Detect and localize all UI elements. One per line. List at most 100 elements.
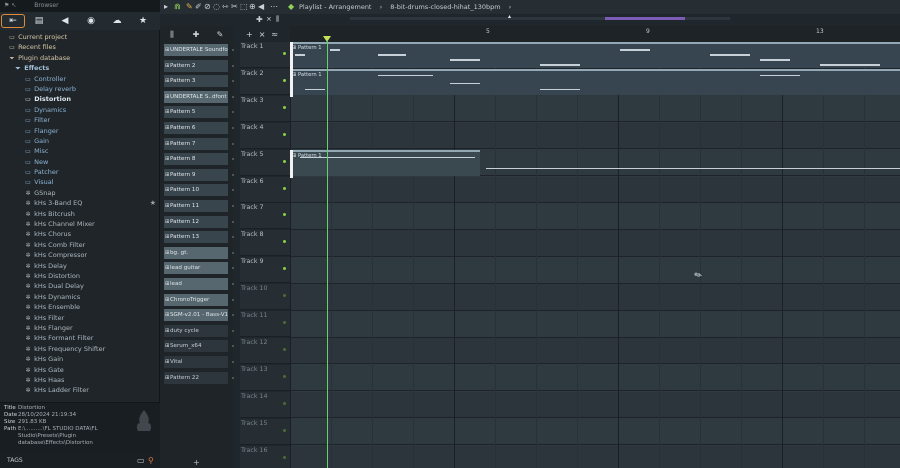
browser-tree-item[interactable]: ✲ kHs Filter xyxy=(0,313,160,323)
browser-tree-item[interactable]: ⏷ Plugin database xyxy=(0,53,160,63)
track-mute-led[interactable] xyxy=(283,132,286,136)
track-mute-led[interactable] xyxy=(283,267,286,271)
browser-tree-item[interactable]: ▭ Recent files xyxy=(0,42,160,52)
browser-tree-item[interactable]: ✲ kHs Frequency Shifter xyxy=(0,344,160,354)
track-lane[interactable] xyxy=(290,230,900,257)
pattern-item[interactable]: ⊞ ChronoTrigger xyxy=(164,293,228,306)
track-header[interactable]: Track 15 xyxy=(240,418,290,445)
browser-tree-item[interactable]: ✲ kHs Ensemble xyxy=(0,302,160,312)
pattern-item[interactable]: ⊞UNDERTALE S..dfont 2 #3 xyxy=(164,90,228,103)
timeline-ruler[interactable]: 5 9 13 xyxy=(290,26,900,42)
arrangement-icon[interactable]: ◆ xyxy=(288,2,294,11)
track-header[interactable]: Track 8 xyxy=(240,230,290,257)
track-lane[interactable] xyxy=(290,122,900,150)
zoom-icon[interactable]: ⊕ xyxy=(249,2,256,11)
arrangement-grid[interactable]: 5 9 13 ⊞ Pattern 1 ⊞ Pattern 1 ⊞ Pattern 1 xyxy=(290,26,900,468)
pattern-item[interactable]: ⊞ Pattern 7 xyxy=(164,137,228,150)
track-lane[interactable] xyxy=(290,284,900,311)
browser-tree-item[interactable]: ✲ kHs Flanger xyxy=(0,323,160,333)
pencil-icon[interactable]: ✎ xyxy=(186,2,193,11)
breadcrumb-pattern[interactable]: 8-bit-drums-closed-hihat_130bpm xyxy=(390,3,500,11)
browser-tree-item[interactable]: ✲ kHs Formant Filter xyxy=(0,333,160,343)
browser-tree-item[interactable]: ✲ GSnap xyxy=(0,188,160,198)
track-lane[interactable] xyxy=(290,337,900,365)
track-header[interactable]: Track 4 xyxy=(240,122,290,149)
browser-tree-item[interactable]: ✲ kHs Chorus xyxy=(0,229,160,239)
browser-cloud-icon[interactable]: ☁ xyxy=(104,12,130,30)
browser-tree-item[interactable]: ✲ kHs Channel Mixer xyxy=(0,219,160,229)
track-mute-led[interactable] xyxy=(283,321,286,324)
pattern-edit-icon[interactable]: ✎ xyxy=(208,30,232,42)
breadcrumb-arrangement[interactable]: Playlist - Arrangement xyxy=(299,3,371,11)
track-header[interactable]: Track 5 xyxy=(240,149,290,176)
pattern-item[interactable]: ⊞UNDERTALE Soundfont 2 xyxy=(164,44,228,56)
search-icon[interactable]: ⚲ xyxy=(148,456,154,465)
pattern-item[interactable]: ⊞ duty cycle xyxy=(164,324,228,337)
pattern-item[interactable]: ⊞ Pattern 12 xyxy=(164,215,228,228)
track-lane[interactable] xyxy=(290,391,900,419)
add-icon[interactable]: ✚ xyxy=(256,15,263,24)
browser-tree-item[interactable]: ✲ kHs 3-Band EQ ★ xyxy=(0,198,160,208)
pattern-item[interactable]: ⊞ Pattern 5 xyxy=(164,106,228,119)
browser-tree-item[interactable]: ✲ kHs Ladder Filter xyxy=(0,385,160,395)
piano-icon[interactable]: ⫼ xyxy=(276,15,279,24)
track-mute-led[interactable] xyxy=(283,52,286,55)
track-header[interactable]: Track 3 xyxy=(240,95,290,122)
track-mute-led[interactable] xyxy=(283,374,286,378)
browser-tree-item[interactable]: ▭ Dynamics xyxy=(0,105,160,115)
pattern-item[interactable]: ⊞ Pattern 9 xyxy=(164,168,228,181)
playback-icon[interactable]: ◀ xyxy=(258,2,264,11)
track-lane[interactable] xyxy=(290,445,900,468)
browser-tree-item[interactable]: ▭ Filter xyxy=(0,115,160,125)
track-header[interactable]: Track 1 xyxy=(240,42,290,68)
more-icon[interactable]: ⋯ xyxy=(270,2,278,11)
track-options-icon[interactable]: ≈ xyxy=(271,30,278,42)
menu-arrow-icon[interactable]: ▸ xyxy=(164,2,168,11)
browser-tree-item[interactable]: ✲ kHs Dynamics xyxy=(0,292,160,302)
track-mute-led[interactable] xyxy=(283,294,286,298)
track-mute-led[interactable] xyxy=(283,240,286,244)
track-header[interactable]: Track 13 xyxy=(240,364,290,391)
add-pattern-icon[interactable]: + xyxy=(193,458,200,467)
browser-tree-item[interactable]: ▭ Visual xyxy=(0,177,160,187)
browser-tree-item[interactable]: ✲ kHs Haas xyxy=(0,375,160,385)
browser-tree-item[interactable]: ✲ kHs Dual Delay xyxy=(0,281,160,291)
track-lane[interactable] xyxy=(290,95,900,123)
favorite-star-icon[interactable]: ★ xyxy=(150,198,156,208)
pattern-item[interactable]: ⊞ Pattern 2 xyxy=(164,59,228,72)
track-header[interactable]: Track 16 xyxy=(240,445,290,468)
slip-icon[interactable]: ⇿ xyxy=(222,2,229,11)
track-lane[interactable] xyxy=(290,257,900,284)
playlist-clip[interactable]: ⊞ Pattern 1 xyxy=(290,68,900,97)
pattern-add-icon[interactable]: ✚ xyxy=(184,30,208,42)
track-header[interactable]: Track 12 xyxy=(240,337,290,364)
track-header[interactable]: Track 7 xyxy=(240,203,290,230)
browser-tree-item[interactable]: ✲ kHs Delay xyxy=(0,261,160,271)
remove-track-icon[interactable]: × xyxy=(259,30,266,42)
browser-tree-item[interactable]: ▭ Distortion xyxy=(0,94,160,104)
browser-files-icon[interactable]: ▤ xyxy=(26,12,52,30)
browser-tree-item[interactable]: ✲ kHs Compressor xyxy=(0,250,160,260)
browser-tree-item[interactable]: ✲ kHs Bitcrush xyxy=(0,209,160,219)
track-lane[interactable] xyxy=(290,364,900,392)
track-header[interactable]: Track 14 xyxy=(240,391,290,418)
browser-tree-item[interactable]: ⏷ Effects xyxy=(0,63,160,73)
pattern-item[interactable]: ⊞ lead xyxy=(164,278,228,290)
pattern-item[interactable]: ⊞ Pattern 13 xyxy=(164,231,228,244)
select-icon[interactable]: ⬚ xyxy=(240,2,248,11)
track-mute-led[interactable] xyxy=(283,186,286,190)
browser-plugins-icon[interactable]: ◀ xyxy=(52,12,78,30)
track-header[interactable]: Track 9 xyxy=(240,257,290,284)
track-mute-led[interactable] xyxy=(283,78,286,82)
brush-icon[interactable]: ✐ xyxy=(195,2,202,11)
track-mute-led[interactable] xyxy=(283,428,286,432)
track-mute-led[interactable] xyxy=(283,213,286,217)
pattern-item[interactable]: ⊞ Pattern 10 xyxy=(164,184,228,197)
browser-tree-item[interactable]: ✲ kHs Comb Filter xyxy=(0,240,160,250)
track-lane[interactable] xyxy=(290,311,900,338)
track-lanes[interactable]: ⊞ Pattern 1 ⊞ Pattern 1 ⊞ Pattern 1 xyxy=(290,42,900,468)
browser-tree-item[interactable]: ✲ kHs Gain xyxy=(0,354,160,364)
track-lane[interactable] xyxy=(290,418,900,446)
track-mute-led[interactable] xyxy=(283,159,286,163)
cut-icon[interactable]: ⨯ xyxy=(266,15,272,23)
